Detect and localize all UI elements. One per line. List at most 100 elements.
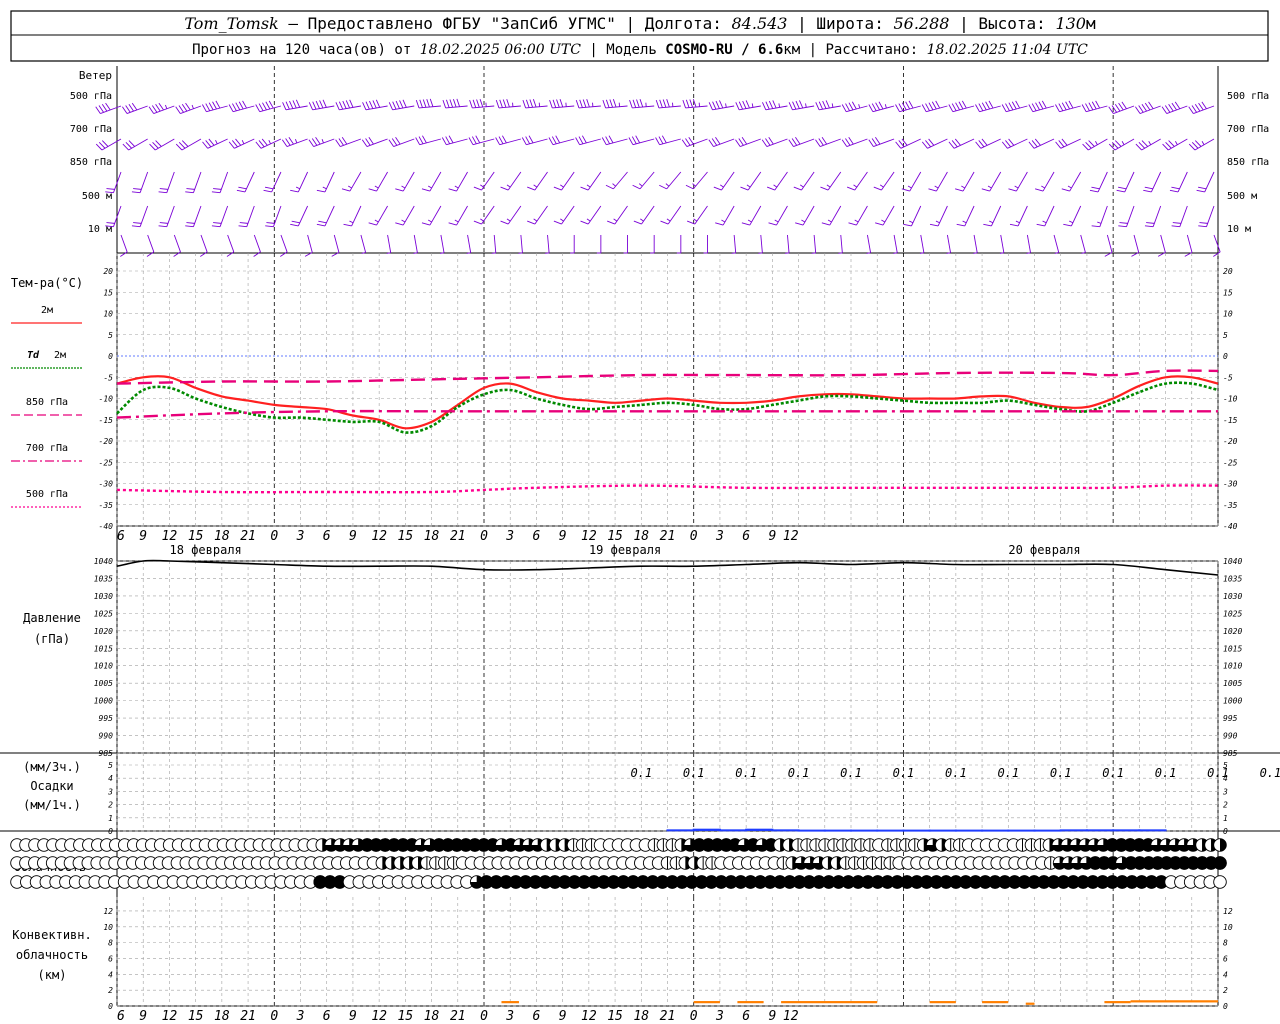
- barb-feather: [288, 137, 294, 145]
- barb-feather: [868, 139, 874, 147]
- barb-feather: [580, 186, 589, 191]
- barb-feather: [468, 137, 474, 145]
- wind-barb: [633, 205, 655, 225]
- barb-feather: [605, 99, 610, 108]
- convective-title-2: облачность: [16, 948, 88, 962]
- wind-barb: [413, 234, 418, 254]
- hour-label: 9: [768, 1009, 776, 1024]
- wind-barb: [575, 135, 601, 146]
- hour-label: 18: [424, 529, 440, 544]
- header: Tom_Tomsk – Предоставлено ФГБУ "ЗапСиб У…: [10, 10, 1269, 62]
- wind-barb: [766, 171, 788, 191]
- barb-feather: [659, 99, 663, 108]
- barb-shaft: [813, 234, 817, 253]
- precip-series: 0.1 0.1 0.1 0.1 0.1 0.1 0.1 0.1 0.1 0.1 0.1 0.1 0.1: [630, 766, 1280, 832]
- barb-half-feather: [480, 218, 484, 222]
- barb-feather: [735, 102, 740, 111]
- barb-feather: [985, 101, 991, 110]
- barb-feather: [875, 137, 881, 145]
- temp-tick-left: -20: [99, 437, 114, 446]
- barb-shaft: [507, 171, 522, 191]
- pressure-tick-right: 995: [1223, 714, 1238, 723]
- barb-feather: [345, 100, 351, 109]
- barb-feather: [875, 102, 881, 111]
- temp-tick-right: 10: [1223, 310, 1233, 319]
- hour-label: 18: [424, 1009, 440, 1024]
- barb-half-feather: [241, 140, 245, 145]
- wind-barb: [1135, 138, 1161, 151]
- wind-barb: [175, 102, 202, 114]
- barb-feather: [559, 99, 564, 108]
- hour-label: 6: [742, 529, 750, 544]
- barb-feather: [988, 100, 994, 109]
- date-label: 20 февраля: [1008, 543, 1080, 557]
- wind-barb: [1089, 171, 1108, 193]
- precip-tick-right: 1: [1223, 814, 1228, 823]
- wind-barb: [185, 205, 202, 228]
- barb-feather: [149, 143, 156, 151]
- pressure-tick-right: 1015: [1223, 644, 1242, 653]
- barb-feather: [289, 100, 294, 109]
- precip-bar: [902, 829, 931, 832]
- barb-feather: [1188, 106, 1194, 114]
- wind-barb: [761, 137, 788, 147]
- barb-half-feather: [881, 219, 886, 223]
- barb-feather: [285, 138, 291, 146]
- barb-feather: [609, 99, 613, 108]
- barb-feather: [495, 99, 500, 109]
- barb-feather: [499, 99, 503, 108]
- barb-shaft: [1026, 234, 1031, 253]
- barb-feather: [1065, 101, 1070, 110]
- date-label: 19 февраля: [589, 543, 661, 557]
- barb-shaft: [1053, 234, 1060, 253]
- wind-barb: [522, 99, 548, 109]
- wind-barb: [1009, 205, 1028, 227]
- barb-feather: [175, 143, 183, 151]
- wind-barb: [1169, 171, 1188, 193]
- barb-feather: [415, 99, 420, 109]
- wind-barb: [308, 137, 335, 147]
- wind-barb: [708, 137, 735, 147]
- wind-barb: [715, 205, 735, 226]
- barb-feather: [635, 135, 641, 144]
- wind-barb: [815, 100, 841, 111]
- time-axis-bottom: 6 9 12 15 18 21 0 3 6 9 12 15 18 21 0 3 6 9 12 15 18 21 0 3 6 9 12: [117, 1009, 799, 1024]
- wind-barb: [238, 205, 255, 228]
- barb-feather: [822, 100, 827, 109]
- barb-feather: [528, 135, 534, 144]
- barb-feather: [711, 138, 718, 146]
- barb-half-feather: [480, 184, 484, 188]
- barb-feather: [316, 223, 326, 227]
- temp-tick-left: 15: [103, 288, 113, 297]
- lon-label: Долгота:: [645, 14, 722, 33]
- precip-unit-3h: (мм/3ч.): [23, 760, 81, 774]
- barb-shaft: [481, 171, 495, 191]
- barb-half-feather: [934, 185, 939, 189]
- wind-title: Ветер: [79, 69, 112, 82]
- barb-feather: [713, 186, 722, 191]
- barb-feather: [1036, 223, 1045, 227]
- wind-barb: [1161, 101, 1188, 114]
- barb-shaft: [280, 234, 288, 253]
- barb-feather: [475, 135, 481, 144]
- precip-bar: [797, 829, 826, 832]
- barb-shaft: [747, 171, 762, 191]
- barb-shaft: [227, 234, 235, 253]
- cloud-fill-half: [1220, 838, 1227, 852]
- barb-feather: [449, 99, 454, 108]
- convective-tick-left: 2: [108, 986, 113, 995]
- convective-tick-right: 4: [1223, 970, 1228, 979]
- barb-shaft: [360, 234, 367, 253]
- wind-barb: [1162, 138, 1188, 151]
- barb-half-feather: [165, 104, 168, 109]
- barb-half-feather: [1174, 141, 1178, 145]
- wind-level-label: 850 гПа: [70, 157, 112, 168]
- barb-feather: [1118, 186, 1127, 190]
- legend-label-t2m: 2м: [41, 305, 53, 316]
- wind-barb: [158, 171, 175, 194]
- legend-label-t850: 850 гПа: [26, 397, 68, 408]
- barb-feather: [925, 140, 931, 148]
- barb-feather: [148, 106, 155, 114]
- barb-feather: [456, 98, 461, 107]
- barb-feather: [845, 138, 851, 146]
